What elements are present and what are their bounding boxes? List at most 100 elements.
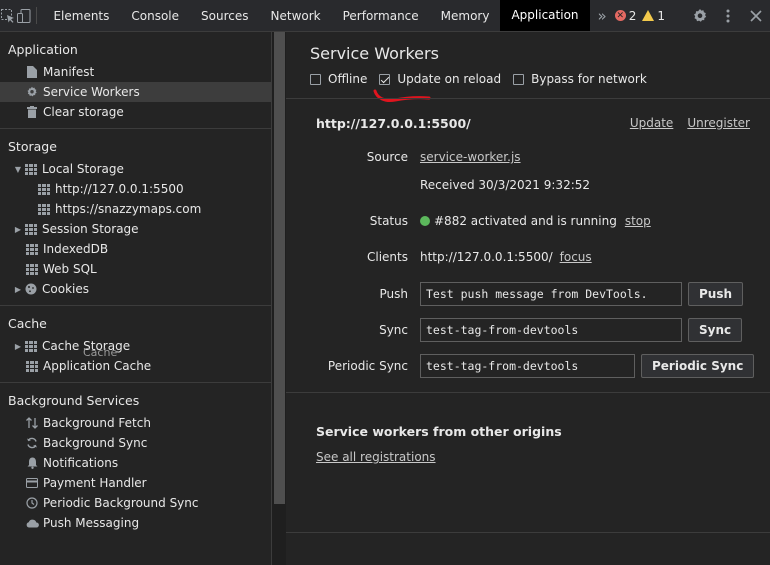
update-link[interactable]: Update	[630, 116, 673, 130]
status-running-icon	[420, 216, 430, 226]
stop-link[interactable]: stop	[625, 214, 651, 228]
bell-icon	[25, 456, 39, 470]
database-icon	[24, 339, 38, 353]
other-origins-title: Service workers from other origins	[316, 424, 562, 439]
sidebar-item-label: Application Cache	[43, 359, 152, 373]
status-label: Status	[369, 214, 408, 228]
tab-network[interactable]: Network	[260, 0, 332, 31]
update-on-reload-checkbox[interactable]: Update on reload	[379, 72, 501, 86]
sidebar-item-local-snazzymaps[interactable]: https://snazzymaps.com	[0, 199, 271, 219]
warning-count: 1	[657, 8, 665, 23]
kebab-menu-icon[interactable]	[714, 8, 742, 24]
section-title-storage: Storage	[8, 139, 57, 154]
sidebar-item-cache-storage[interactable]: ▶ Cache Storage Cache	[0, 336, 271, 359]
source-label: Source	[366, 150, 408, 164]
error-counter[interactable]: ✕ 2	[614, 8, 637, 23]
section-divider	[286, 532, 770, 533]
gear-icon[interactable]	[686, 8, 714, 24]
tab-performance[interactable]: Performance	[332, 0, 430, 31]
sidebar-item-local-127[interactable]: http://127.0.0.1:5500	[0, 179, 271, 199]
sidebar-item-background-fetch[interactable]: Background Fetch	[0, 413, 271, 433]
gear-icon	[25, 85, 39, 99]
sidebar-scrollbar-thumb[interactable]	[274, 32, 285, 504]
checkbox-unchecked[interactable]	[310, 73, 321, 85]
sidebar-item-clear-storage[interactable]: Clear storage	[0, 102, 271, 122]
sidebar-item-session-storage[interactable]: ▶ Session Storage	[0, 219, 271, 239]
sidebar-item-label: http://127.0.0.1:5500	[55, 182, 184, 196]
section-title-cache: Cache	[8, 316, 47, 331]
section-title-application: Application	[8, 42, 78, 57]
sidebar-item-manifest[interactable]: Manifest	[0, 62, 271, 82]
cookie-icon	[24, 282, 38, 296]
bypass-for-network-checkbox[interactable]: Bypass for network	[513, 72, 647, 86]
error-count: 2	[628, 8, 637, 23]
unregister-link[interactable]: Unregister	[687, 116, 750, 130]
devtools-toolbar: Elements Console Sources Network Perform…	[0, 0, 770, 32]
tab-memory[interactable]: Memory	[430, 0, 501, 31]
sidebar-item-label: Payment Handler	[43, 476, 147, 490]
sidebar-item-periodic-background-sync[interactable]: Periodic Background Sync	[0, 493, 271, 513]
tab-sources[interactable]: Sources	[190, 0, 259, 31]
sidebar-item-label: Service Workers	[43, 85, 140, 99]
status-text: #882 activated and is running	[434, 214, 617, 228]
header-divider	[286, 98, 770, 99]
service-workers-panel: Service Workers Offline Update on reload…	[286, 32, 770, 565]
periodic-sync-tag-input[interactable]: test-tag-from-devtools	[420, 354, 635, 378]
application-sidebar: Application Manifest Service Workers Cle…	[0, 32, 271, 565]
clients-row: Clients http://127.0.0.1:5500/ focus	[286, 250, 770, 264]
warning-icon	[642, 10, 655, 21]
sidebar-item-label: Push Messaging	[43, 516, 140, 530]
sidebar-item-label: Manifest	[43, 65, 95, 79]
checkbox-unchecked[interactable]	[513, 73, 525, 85]
close-icon[interactable]	[742, 9, 770, 22]
sidebar-item-notifications[interactable]: Notifications	[0, 453, 271, 473]
source-file-link[interactable]: service-worker.js	[420, 150, 521, 164]
sidebar-item-indexeddb[interactable]: IndexedDB	[0, 239, 271, 259]
sidebar-item-background-sync[interactable]: Background Sync	[0, 433, 271, 453]
sidebar-item-cookies[interactable]: ▶ Cookies	[0, 279, 271, 299]
credit-card-icon	[25, 476, 39, 490]
sidebar-item-application-cache[interactable]: Application Cache	[0, 356, 271, 376]
focus-link[interactable]: focus	[560, 250, 592, 264]
sidebar-item-local-storage[interactable]: ▼ Local Storage	[0, 159, 271, 179]
sidebar-item-payment-handler[interactable]: Payment Handler	[0, 473, 271, 493]
triangle-right-icon[interactable]: ▶	[12, 342, 24, 351]
sidebar-scrollbar[interactable]	[271, 32, 286, 565]
grid-icon	[37, 202, 51, 216]
sidebar-item-push-messaging[interactable]: Push Messaging	[0, 513, 271, 533]
push-button[interactable]: Push	[688, 282, 744, 306]
sidebar-item-label: Web SQL	[43, 262, 97, 276]
sidebar-item-web-sql[interactable]: Web SQL	[0, 259, 271, 279]
sidebar-item-label: Periodic Background Sync	[43, 496, 199, 510]
update-on-reload-label: Update on reload	[397, 72, 502, 86]
database-icon	[25, 242, 39, 256]
tab-console[interactable]: Console	[120, 0, 190, 31]
client-url: http://127.0.0.1:5500/	[420, 250, 553, 264]
periodic-sync-button[interactable]: Periodic Sync	[641, 354, 755, 378]
checkbox-checked[interactable]	[379, 73, 391, 85]
triangle-right-icon[interactable]: ▶	[12, 225, 24, 234]
warning-counter[interactable]: 1	[642, 9, 665, 23]
sync-label: Sync	[379, 323, 408, 337]
tab-elements[interactable]: Elements	[42, 0, 120, 31]
received-time: Received 30/3/2021 9:32:52	[420, 178, 591, 192]
push-message-input[interactable]: Test push message from DevTools.	[420, 282, 682, 306]
sync-button[interactable]: Sync	[688, 318, 743, 342]
bypass-for-network-label: Bypass for network	[531, 72, 647, 86]
received-row: Received 30/3/2021 9:32:52	[286, 178, 770, 192]
see-all-registrations-link[interactable]: See all registrations	[316, 450, 436, 464]
device-toggle-icon[interactable]	[16, 0, 32, 31]
sidebar-item-service-workers[interactable]: Service Workers	[0, 82, 271, 102]
inspect-icon[interactable]	[0, 0, 16, 31]
sync-tag-input[interactable]: test-tag-from-devtools	[420, 318, 682, 342]
tab-application[interactable]: Application	[500, 0, 590, 31]
offline-checkbox[interactable]: Offline	[310, 72, 367, 86]
periodic-sync-row: Periodic Sync test-tag-from-devtools Per…	[286, 354, 770, 378]
worker-scope-url: http://127.0.0.1:5500/	[316, 116, 471, 131]
triangle-right-icon[interactable]: ▶	[12, 285, 24, 294]
triangle-down-icon[interactable]: ▼	[12, 165, 24, 174]
sidebar-item-label: Clear storage	[43, 105, 124, 119]
push-row: Push Test push message from DevTools. Pu…	[286, 282, 770, 306]
more-tabs-button[interactable]: »	[590, 0, 615, 31]
sync-icon	[25, 436, 39, 450]
